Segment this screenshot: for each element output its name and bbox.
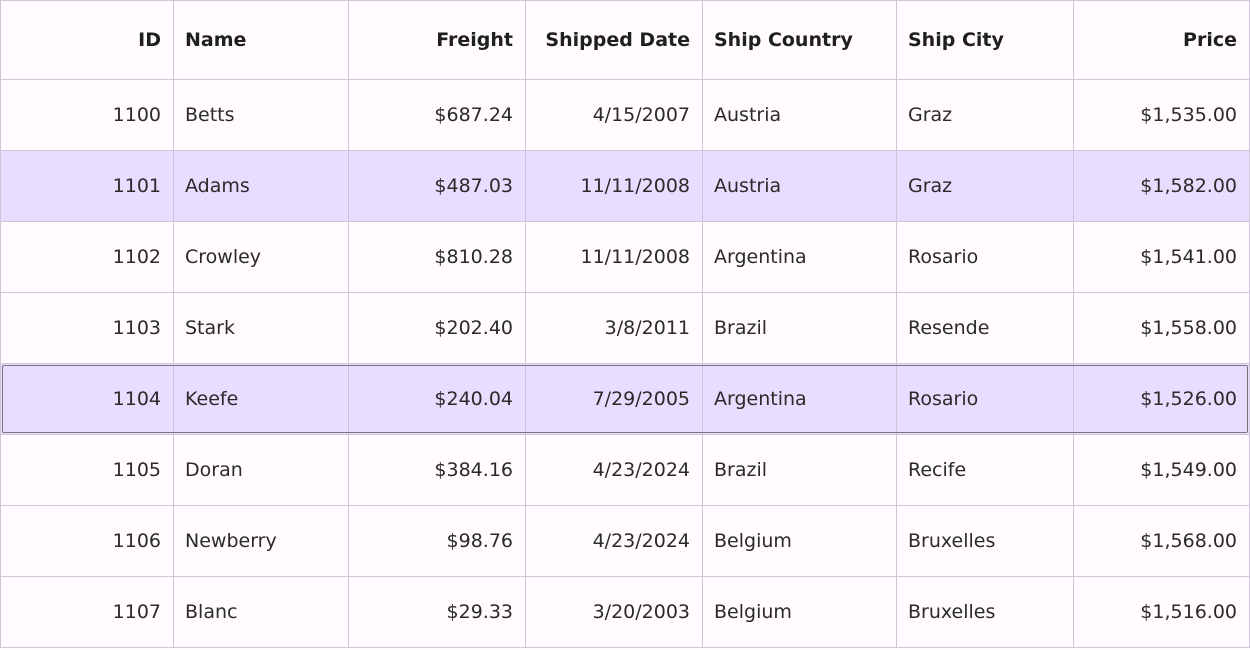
- cell-ship-city[interactable]: Bruxelles: [896, 577, 1074, 647]
- cell-ship-city[interactable]: Resende: [896, 293, 1074, 363]
- cell-id[interactable]: 1103: [0, 293, 174, 363]
- cell-freight[interactable]: $240.04: [348, 364, 526, 434]
- cell-freight[interactable]: $98.76: [348, 506, 526, 576]
- cell-price[interactable]: $1,568.00: [1073, 506, 1250, 576]
- cell-shipped-date[interactable]: 3/8/2011: [525, 293, 703, 363]
- cell-ship-country[interactable]: Brazil: [702, 435, 897, 505]
- cell-name[interactable]: Newberry: [173, 506, 349, 576]
- cell-freight[interactable]: $810.28: [348, 222, 526, 292]
- cell-ship-city[interactable]: Recife: [896, 435, 1074, 505]
- cell-price[interactable]: $1,526.00: [1073, 364, 1250, 434]
- cell-shipped-date[interactable]: 4/23/2024: [525, 506, 703, 576]
- column-header-ship-country[interactable]: Ship Country: [702, 1, 897, 79]
- column-header-price[interactable]: Price: [1073, 1, 1250, 79]
- cell-freight[interactable]: $384.16: [348, 435, 526, 505]
- table-row[interactable]: 1106 Newberry $98.76 4/23/2024 Belgium Bruxel…: [0, 506, 1250, 577]
- cell-price[interactable]: $1,516.00: [1073, 577, 1250, 647]
- cell-id[interactable]: 1100: [0, 80, 174, 150]
- cell-shipped-date[interactable]: 4/23/2024: [525, 435, 703, 505]
- data-grid[interactable]: ID Name Freight Shipped Date Ship Countr…: [0, 0, 1250, 650]
- cell-ship-city[interactable]: Graz: [896, 151, 1074, 221]
- column-header-label: Name: [185, 29, 247, 51]
- cell-name[interactable]: Adams: [173, 151, 349, 221]
- column-header-label: Freight: [436, 29, 513, 51]
- cell-name[interactable]: Stark: [173, 293, 349, 363]
- cell-price[interactable]: $1,582.00: [1073, 151, 1250, 221]
- cell-freight[interactable]: $202.40: [348, 293, 526, 363]
- table-row[interactable]: 1103 Stark $202.40 3/8/2011 Brazil Resende $1,…: [0, 293, 1250, 364]
- cell-ship-city[interactable]: Bruxelles: [896, 506, 1074, 576]
- table-row[interactable]: 1102 Crowley $810.28 11/11/2008 Argentina Ros…: [0, 222, 1250, 293]
- cell-freight[interactable]: $487.03: [348, 151, 526, 221]
- header-row: ID Name Freight Shipped Date Ship Countr…: [0, 0, 1250, 80]
- column-header-label: Ship City: [908, 29, 1004, 51]
- cell-shipped-date[interactable]: 7/29/2005: [525, 364, 703, 434]
- cell-name[interactable]: Crowley: [173, 222, 349, 292]
- column-header-ship-city[interactable]: Ship City: [896, 1, 1074, 79]
- cell-ship-city[interactable]: Graz: [896, 80, 1074, 150]
- column-header-label: ID: [138, 29, 161, 51]
- column-header-shipped-date[interactable]: Shipped Date: [525, 1, 703, 79]
- table-row[interactable]: 1105 Doran $384.16 4/23/2024 Brazil Recife $1,…: [0, 435, 1250, 506]
- table-row[interactable]: 1104 Keefe $240.04 7/29/2005 Argentina Rosari…: [0, 364, 1250, 435]
- cell-id[interactable]: 1101: [0, 151, 174, 221]
- cell-ship-country[interactable]: Belgium: [702, 577, 897, 647]
- cell-id[interactable]: 1102: [0, 222, 174, 292]
- table-row[interactable]: 1107 Blanc $29.33 3/20/2003 Belgium Bruxelles…: [0, 577, 1250, 648]
- column-header-id[interactable]: ID: [0, 1, 174, 79]
- cell-name[interactable]: Doran: [173, 435, 349, 505]
- table-row[interactable]: 1100 Betts $687.24 4/15/2007 Austria Graz $1,5…: [0, 80, 1250, 151]
- cell-name[interactable]: Betts: [173, 80, 349, 150]
- cell-id[interactable]: 1104: [0, 364, 174, 434]
- cell-price[interactable]: $1,558.00: [1073, 293, 1250, 363]
- cell-ship-country[interactable]: Brazil: [702, 293, 897, 363]
- cell-freight[interactable]: $687.24: [348, 80, 526, 150]
- cell-ship-country[interactable]: Argentina: [702, 364, 897, 434]
- cell-price[interactable]: $1,535.00: [1073, 80, 1250, 150]
- cell-shipped-date[interactable]: 3/20/2003: [525, 577, 703, 647]
- cell-name[interactable]: Keefe: [173, 364, 349, 434]
- column-header-freight[interactable]: Freight: [348, 1, 526, 79]
- cell-id[interactable]: 1107: [0, 577, 174, 647]
- table-row[interactable]: 1101 Adams $487.03 11/11/2008 Austria Graz $1,…: [0, 151, 1250, 222]
- column-header-label: Ship Country: [714, 29, 853, 51]
- cell-shipped-date[interactable]: 4/15/2007: [525, 80, 703, 150]
- cell-ship-country[interactable]: Argentina: [702, 222, 897, 292]
- column-header-name[interactable]: Name: [173, 1, 349, 79]
- column-header-label: Price: [1183, 29, 1237, 51]
- cell-ship-country[interactable]: Austria: [702, 151, 897, 221]
- cell-ship-country[interactable]: Austria: [702, 80, 897, 150]
- cell-ship-city[interactable]: Rosario: [896, 222, 1074, 292]
- column-header-label: Shipped Date: [545, 29, 690, 51]
- cell-freight[interactable]: $29.33: [348, 577, 526, 647]
- cell-shipped-date[interactable]: 11/11/2008: [525, 222, 703, 292]
- cell-price[interactable]: $1,549.00: [1073, 435, 1250, 505]
- cell-name[interactable]: Blanc: [173, 577, 349, 647]
- cell-id[interactable]: 1106: [0, 506, 174, 576]
- cell-ship-city[interactable]: Rosario: [896, 364, 1074, 434]
- cell-id[interactable]: 1105: [0, 435, 174, 505]
- cell-ship-country[interactable]: Belgium: [702, 506, 897, 576]
- cell-shipped-date[interactable]: 11/11/2008: [525, 151, 703, 221]
- cell-price[interactable]: $1,541.00: [1073, 222, 1250, 292]
